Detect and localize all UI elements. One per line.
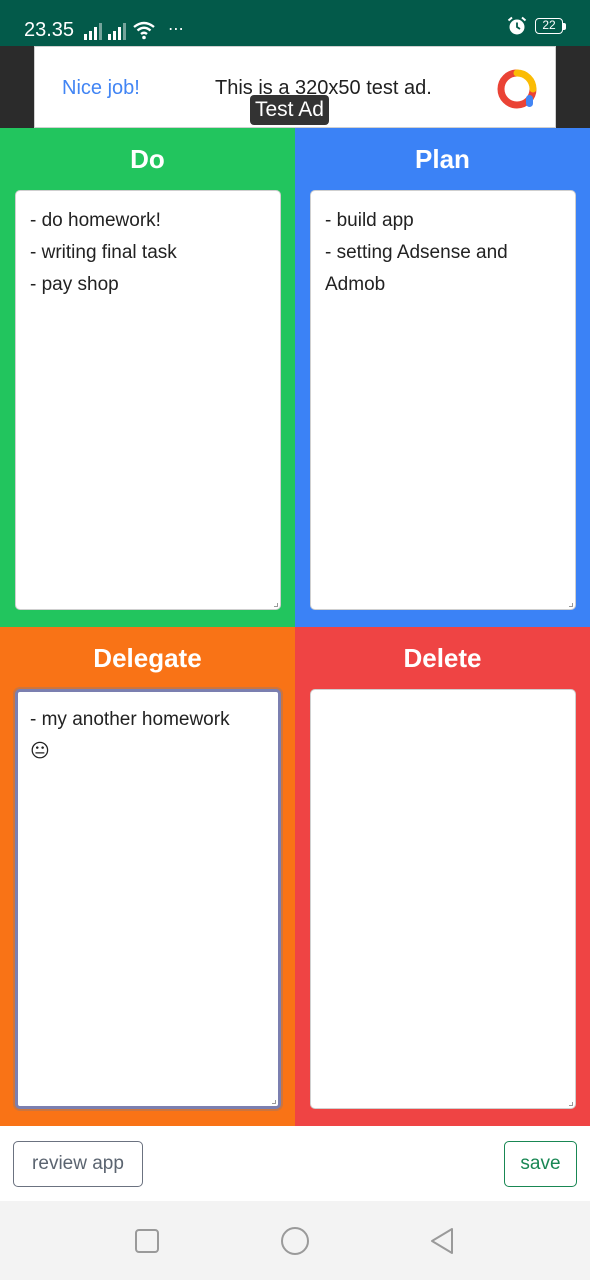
alarm-icon — [507, 16, 527, 35]
note-textarea-delete[interactable] — [310, 689, 576, 1109]
wifi-icon — [133, 21, 155, 40]
quadrant-title-plan: Plan — [415, 144, 470, 174]
home-icon[interactable] — [279, 1225, 311, 1257]
neutral-face-emoji: 😐 — [30, 741, 50, 762]
resize-handle-icon[interactable] — [274, 603, 278, 607]
note-line: - build app — [325, 210, 414, 231]
note-line: - do homework! — [30, 210, 161, 231]
note-textarea-do[interactable]: - do homework! - writing final task - pa… — [15, 190, 281, 610]
ad-label: Test Ad — [250, 95, 329, 125]
status-right: 22 — [507, 16, 566, 36]
back-icon[interactable] — [427, 1225, 459, 1257]
resize-handle-icon[interactable] — [569, 1102, 573, 1106]
battery-icon: 22 — [535, 18, 566, 34]
note-line: - my another homework — [30, 709, 230, 730]
quadrant-title-do: Do — [130, 144, 165, 174]
more-dots-icon: ⋯ — [168, 21, 184, 38]
recent-apps-icon[interactable] — [131, 1225, 163, 1257]
note-textarea-plan[interactable]: - build app - setting Adsense and Admob — [310, 190, 576, 610]
quadrant-title-delete: Delete — [403, 643, 482, 673]
navigation-bar — [0, 1201, 590, 1280]
status-icons: ⋯ — [84, 18, 184, 40]
note-textarea-delegate[interactable]: - my another homework 😐 — [15, 689, 281, 1109]
ad-banner: Nice job! This is a 320x50 test ad. Test… — [0, 46, 590, 128]
review-app-button[interactable]: review app — [13, 1141, 143, 1187]
note-line: - writing final task — [30, 242, 177, 263]
ad-logo-icon[interactable] — [495, 67, 539, 111]
quadrant-plan: Plan - build app - setting Adsense and A… — [295, 128, 590, 627]
note-line: - pay shop — [30, 274, 119, 295]
resize-handle-icon[interactable] — [272, 1100, 276, 1104]
battery-level: 22 — [535, 18, 563, 34]
status-bar: 23.35 ⋯ 22 — [0, 0, 590, 46]
save-button[interactable]: save — [504, 1141, 577, 1187]
signal-icon — [84, 20, 102, 40]
ad-headline[interactable]: Nice job! — [62, 77, 140, 100]
quadrant-delete: Delete — [295, 627, 590, 1126]
quadrant-delegate: Delegate - my another homework 😐 — [0, 627, 295, 1126]
resize-handle-icon[interactable] — [569, 603, 573, 607]
note-line: - setting Adsense and Admob — [325, 242, 508, 295]
signal-icon — [108, 20, 126, 40]
quadrant-title-delegate: Delegate — [93, 643, 202, 673]
quadrant-do: Do - do homework! - writing final task -… — [0, 128, 295, 627]
status-time: 23.35 — [24, 19, 75, 41]
